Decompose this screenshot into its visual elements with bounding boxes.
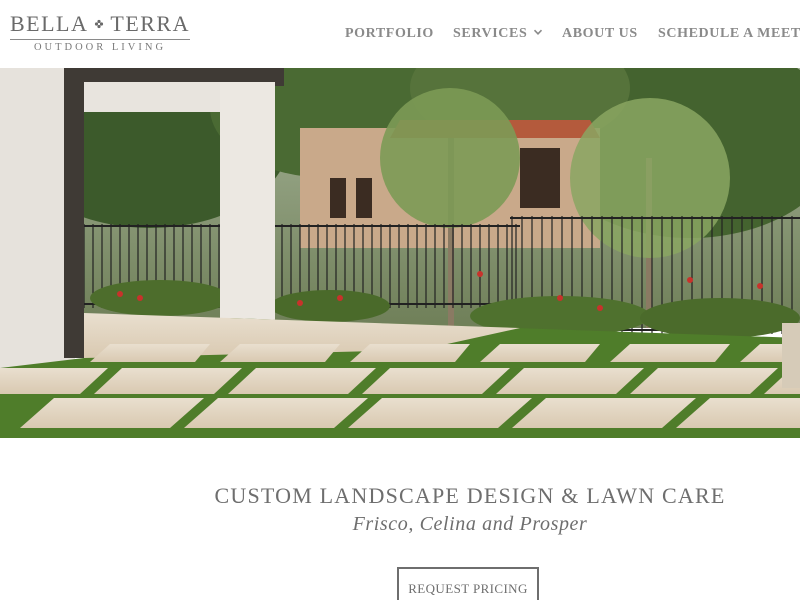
paver-stone [90,344,210,362]
page-headline: CUSTOM LANDSCAPE DESIGN & LAWN CARE [214,483,726,508]
hero-image [0,68,800,438]
nav-about-us[interactable]: ABOUT US [562,24,638,44]
nav-portfolio[interactable]: PORTFOLIO [345,24,434,44]
site-header: BELLA TERRA OUTDOOR LIVING PORTFOLIO SER… [0,0,800,68]
backyard-landscape-photo [0,68,800,438]
nav-services-label: SERVICES [453,26,528,41]
service-area: Frisco, Celina and Prosper [352,513,588,535]
chevron-down-icon [534,29,543,35]
paver-stone [220,344,340,362]
paver-stone [610,344,730,362]
paver-stone [480,344,600,362]
nav-schedule-meeting[interactable]: SCHEDULE A MEETI [658,24,800,44]
main-nav: PORTFOLIO SERVICES ABOUT US SCHEDULE A M… [0,24,800,44]
request-pricing-button[interactable]: REQUEST PRICING [397,567,539,600]
nav-services[interactable]: SERVICES [453,24,543,44]
paver-stone [350,344,470,362]
